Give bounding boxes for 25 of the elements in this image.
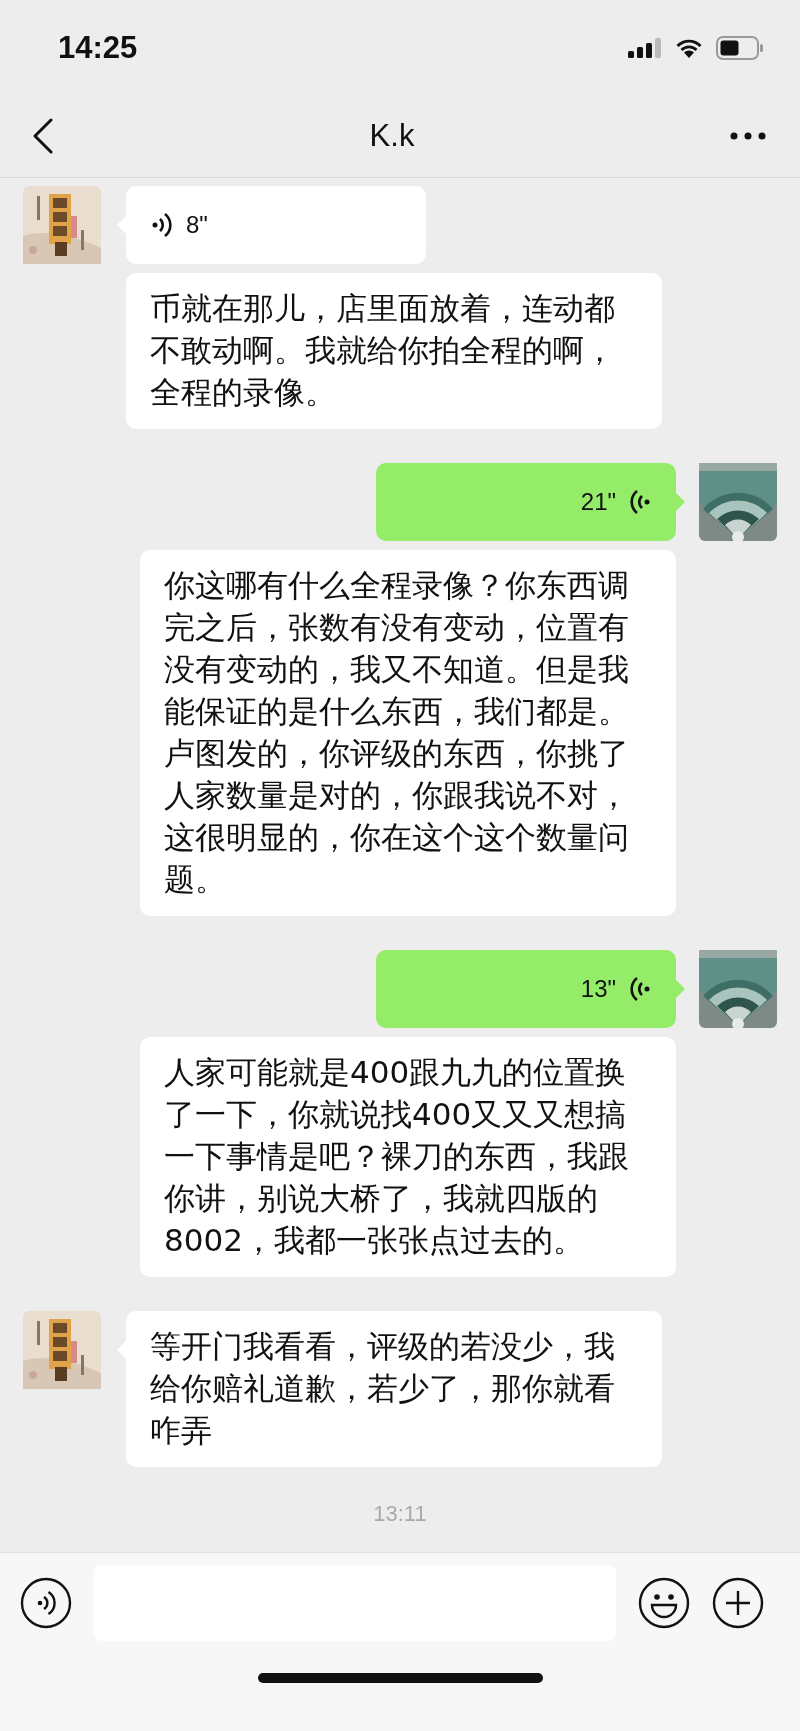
voice-transcript: 你这哪有什么全程录像？你东西调完之后，张数有没有变动，位置有没有变动的，我又不知道。但是我能保证的是什么东西，我们都是。卢图发的，你评级的东西，你挑了人家数量是对的，你跟我说不对，这很明显的，你在这个这个数量问题。 bbox=[140, 550, 676, 916]
voice-duration: 13" bbox=[580, 975, 616, 1003]
message-timestamp: 13:11 bbox=[372, 1501, 428, 1527]
voice-wave-icon bbox=[630, 489, 650, 515]
voice-duration: 21" bbox=[580, 488, 616, 516]
voice-message-bubble[interactable]: 13" bbox=[376, 950, 676, 1028]
voice-wave-icon bbox=[152, 212, 172, 238]
bubble-tail bbox=[676, 980, 685, 998]
chat-title: K.k bbox=[369, 118, 415, 154]
voice-wave-icon bbox=[630, 976, 650, 1002]
signal-icon bbox=[628, 37, 662, 58]
voice-transcript: 币就在那儿，店里面放着，连动都不敢动啊。我就给你拍全程的啊，全程的录像。 bbox=[126, 273, 662, 429]
bubble-tail bbox=[676, 493, 685, 511]
voice-input-icon[interactable] bbox=[20, 1577, 72, 1629]
emoji-icon[interactable] bbox=[638, 1577, 690, 1629]
status-time: 14:25 bbox=[58, 29, 138, 66]
battery-icon bbox=[716, 35, 764, 60]
message-bubble: 等开门我看看，评级的若没少，我给你赔礼道歉，若少了，那你就看咋弄 bbox=[126, 1311, 662, 1467]
plus-icon[interactable] bbox=[712, 1577, 764, 1629]
voice-message-bubble[interactable]: 21" bbox=[376, 463, 676, 541]
voice-duration: 8" bbox=[186, 211, 208, 239]
voice-transcript: 人家可能就是400跟九九的位置换了一下，你就说找400又又又想搞一下事情是吧？裸刀的东西，我跟你讲，别说大桥了，我就四版的8002，我都一张张点过去的。 bbox=[140, 1037, 676, 1277]
back-icon[interactable] bbox=[32, 118, 54, 154]
more-icon[interactable] bbox=[730, 132, 766, 140]
voice-message-bubble[interactable]: 8" bbox=[126, 186, 426, 264]
